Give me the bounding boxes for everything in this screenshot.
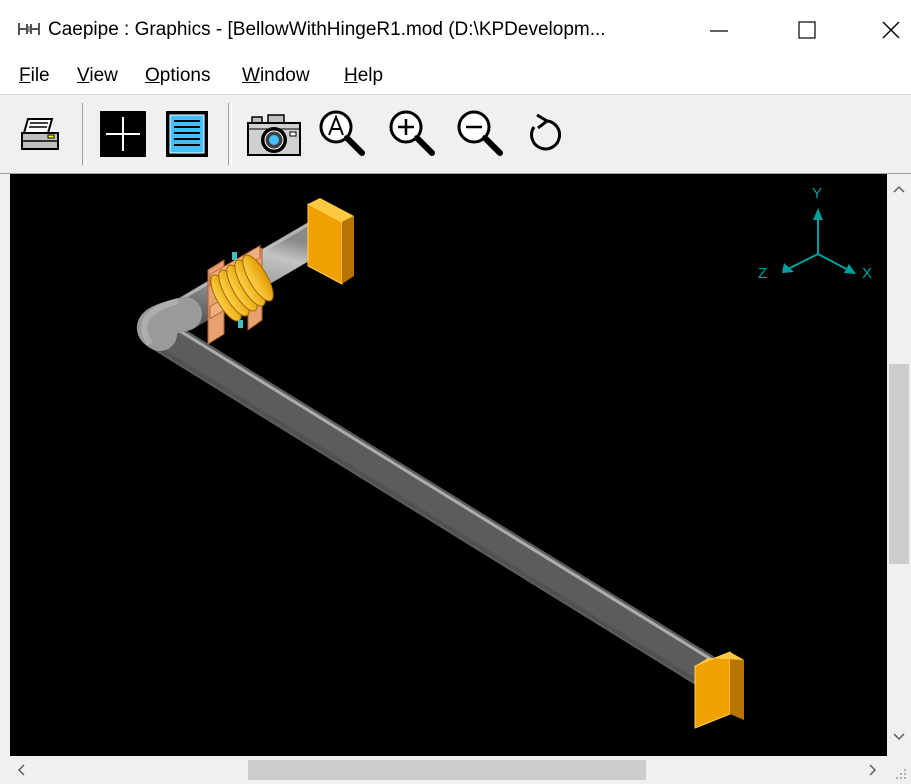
menu-view-label: iew <box>89 65 118 86</box>
close-button[interactable] <box>848 0 911 60</box>
menu-view[interactable]: View <box>77 65 118 87</box>
menu-file-label: ile <box>30 65 50 86</box>
title-bar: Caepipe : Graphics - [BellowWithHingeR1.… <box>0 0 911 60</box>
scroll-up-icon[interactable] <box>893 184 905 194</box>
toolbar-separator <box>82 103 86 165</box>
scroll-left-icon[interactable] <box>16 764 26 776</box>
toolbar-separator <box>228 103 232 165</box>
zoom-in-icon[interactable] <box>384 105 440 163</box>
menu-window[interactable]: Window <box>242 65 310 87</box>
printer-icon[interactable] <box>18 105 66 163</box>
app-icon <box>18 23 40 35</box>
menu-bar: File View Options Window Help <box>0 60 911 95</box>
scroll-right-icon[interactable] <box>868 764 878 776</box>
menu-file[interactable]: File <box>19 65 50 87</box>
pipe-model-drawing[interactable]: Y Z X <box>10 174 887 756</box>
horizontal-scrollbar[interactable] <box>10 756 887 784</box>
menu-help[interactable]: Help <box>344 65 383 87</box>
close-icon <box>882 21 900 39</box>
zoom-out-icon[interactable] <box>452 105 508 163</box>
camera-icon[interactable] <box>244 105 304 163</box>
menu-options[interactable]: Options <box>145 65 210 87</box>
anchor-lower[interactable] <box>694 651 744 729</box>
size-grip[interactable] <box>887 756 911 784</box>
window-left-edge <box>0 174 10 784</box>
axis-triad: Y Z X <box>758 185 872 282</box>
axis-z-label: Z <box>758 265 767 282</box>
text-list-icon[interactable] <box>163 105 211 163</box>
crosshair-icon[interactable] <box>98 105 148 163</box>
menu-view-accel: V <box>77 65 90 86</box>
menu-help-accel: H <box>344 65 358 86</box>
scroll-down-icon[interactable] <box>893 732 905 742</box>
rotate-icon[interactable] <box>520 105 568 163</box>
menu-file-accel: F <box>19 65 31 86</box>
graphics-viewport[interactable]: Y Z X <box>10 174 887 756</box>
menu-window-label: indow <box>259 65 310 86</box>
anchor-upper[interactable] <box>307 198 354 285</box>
menu-options-accel: O <box>145 65 160 86</box>
minimize-icon <box>710 30 728 32</box>
axis-x-label: X <box>862 265 872 282</box>
vertical-scroll-thumb[interactable] <box>889 364 909 564</box>
horizontal-scroll-thumb[interactable] <box>248 760 646 780</box>
axis-y-label: Y <box>812 185 822 202</box>
maximize-icon <box>798 21 816 39</box>
toolbar <box>0 95 911 174</box>
pipe-run-diagonal <box>151 319 719 689</box>
minimize-button[interactable] <box>676 0 764 60</box>
zoom-all-icon[interactable] <box>314 105 370 163</box>
window-title: Caepipe : Graphics - [BellowWithHingeR1.… <box>48 19 606 40</box>
size-grip-icon <box>896 769 906 779</box>
menu-help-label: elp <box>357 65 384 86</box>
menu-window-accel: W <box>242 65 260 86</box>
menu-options-label: ptions <box>159 65 211 86</box>
vertical-scrollbar[interactable] <box>887 174 911 756</box>
maximize-button[interactable] <box>764 0 852 60</box>
